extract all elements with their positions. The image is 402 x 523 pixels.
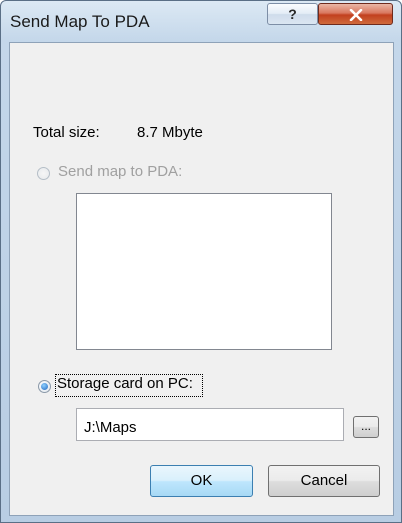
storage-card-radio[interactable] [38, 380, 51, 393]
send-to-pda-label: Send map to PDA: [58, 163, 183, 180]
ok-button[interactable]: OK [150, 465, 253, 497]
storage-card-label: Storage card on PC: [57, 375, 193, 392]
help-button[interactable]: ? [267, 3, 318, 25]
cancel-button[interactable]: Cancel [268, 465, 380, 497]
window-title: Send Map To PDA [10, 12, 150, 31]
send-to-pda-radio[interactable] [37, 167, 50, 180]
total-size-value: 8.7 Mbyte [137, 124, 203, 141]
help-icon: ? [288, 6, 297, 22]
storage-path-input[interactable] [76, 408, 344, 441]
radio-selected-dot [41, 383, 48, 390]
close-icon [349, 8, 362, 22]
title-bar[interactable]: Send Map To PDA ? [1, 1, 401, 41]
close-button[interactable] [318, 3, 393, 25]
pda-list-box[interactable] [76, 193, 332, 350]
dialog-window: Send Map To PDA ? Total size: 8.7 Mbyte … [0, 0, 402, 523]
browse-button[interactable]: ... [353, 416, 379, 438]
dialog-client-area: Total size: 8.7 Mbyte Send map to PDA: S… [9, 42, 394, 516]
total-size-label: Total size: [33, 124, 100, 141]
